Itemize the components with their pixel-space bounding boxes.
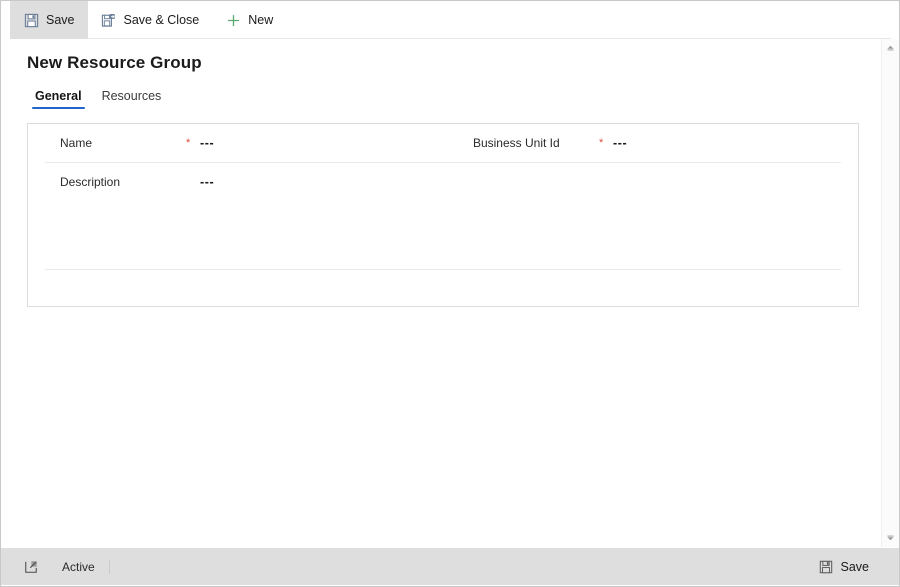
new-button-label: New — [248, 13, 274, 27]
tab-general[interactable]: General — [27, 89, 90, 109]
form-area: Name * --- Business Unit Id * --- Descri… — [10, 109, 890, 307]
save-and-close-icon — [101, 12, 117, 28]
tab-resources-label: Resources — [101, 89, 162, 103]
save-button-label: Save — [46, 13, 75, 27]
save-and-close-button-label: Save & Close — [123, 13, 200, 27]
command-bar: Save Save & Close New — [1, 1, 899, 39]
save-floppy-icon — [818, 559, 834, 575]
plus-icon — [225, 12, 241, 28]
field-business-unit-id-label: Business Unit Id — [472, 136, 560, 150]
vertical-scrollbar[interactable] — [881, 39, 899, 547]
field-name-label: Name — [60, 136, 93, 150]
status-bar-left: Active — [10, 548, 110, 585]
field-business-unit-id-value[interactable]: --- — [613, 136, 627, 150]
form-rows: Name * --- Business Unit Id * --- Descri… — [28, 124, 858, 270]
new-button[interactable]: New — [212, 1, 286, 39]
page-title: New Resource Group — [27, 53, 202, 72]
save-button[interactable]: Save — [10, 1, 88, 39]
field-name: Name * --- — [45, 124, 458, 162]
pop-out-icon[interactable] — [18, 554, 44, 580]
field-description-label: Description — [60, 175, 121, 189]
form-row: Name * --- Business Unit Id * --- — [45, 124, 841, 163]
save-and-close-button[interactable]: Save & Close — [88, 1, 213, 39]
page-body: New Resource Group General Resources Nam… — [1, 39, 899, 547]
field-description-value[interactable]: --- — [200, 175, 214, 189]
tabstrip: General Resources — [10, 73, 890, 109]
resource-group-form-window: Save Save & Close New New Resource Group… — [0, 0, 900, 587]
scroll-up-arrow-icon[interactable] — [882, 39, 899, 56]
status-save-button[interactable]: Save — [808, 554, 880, 580]
scroll-down-arrow-icon[interactable] — [882, 530, 899, 547]
status-save-button-label: Save — [840, 559, 870, 574]
status-badge: Active — [62, 559, 110, 574]
tab-resources[interactable]: Resources — [94, 89, 170, 109]
save-floppy-icon — [23, 12, 39, 28]
field-name-required-marker: * — [186, 136, 191, 149]
field-name-value[interactable]: --- — [200, 136, 214, 150]
general-form-card: Name * --- Business Unit Id * --- Descri… — [27, 123, 859, 307]
form-row: Description --- — [45, 163, 841, 270]
field-description: Description --- — [45, 163, 459, 201]
field-business-unit-id-required-marker: * — [598, 136, 604, 149]
status-bar: Active Save — [1, 547, 899, 585]
scrollbar-track[interactable] — [882, 56, 899, 530]
tab-general-label: General — [35, 89, 82, 103]
field-business-unit-id: Business Unit Id * --- — [458, 124, 841, 162]
